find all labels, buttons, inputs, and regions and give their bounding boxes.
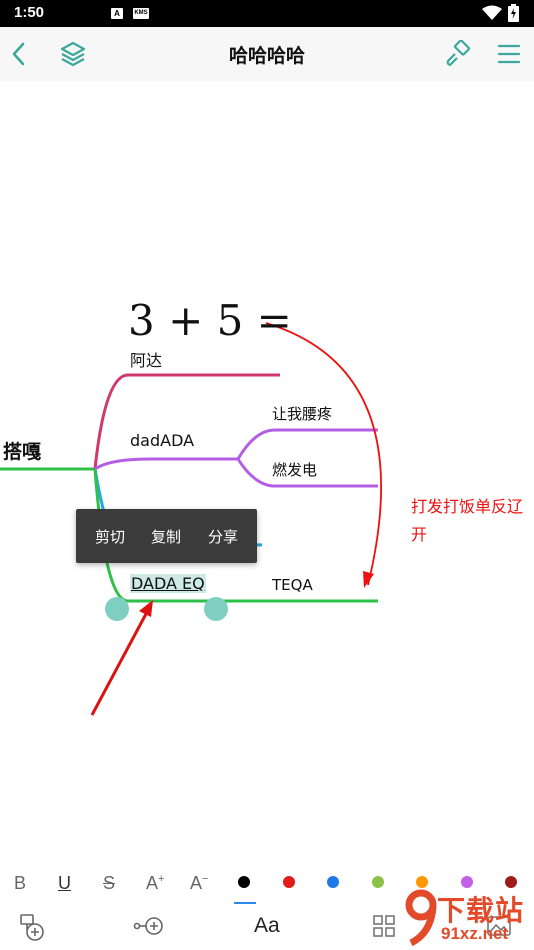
branch-dadada: [94, 457, 238, 471]
pointer-arrowhead: [139, 600, 153, 617]
annotation-text-line2[interactable]: 开: [411, 521, 427, 545]
node-ada[interactable]: 阿达: [130, 347, 162, 371]
selection-handle-end[interactable]: [204, 597, 228, 621]
font-smaller-sup: −: [202, 873, 209, 885]
app-bar: 哈哈哈哈: [0, 27, 534, 81]
watermark-logo-icon: [405, 889, 437, 947]
strikethrough-button[interactable]: S: [103, 873, 115, 894]
font-smaller-label: A: [190, 873, 203, 893]
watermark-domain: 91xz.net: [441, 924, 509, 943]
notification-icon-kms: KMS: [133, 8, 149, 19]
formula-node[interactable]: 3 + 5 =: [128, 296, 292, 345]
cut-menu-item[interactable]: 剪切: [95, 526, 125, 547]
branch-ada: [93, 373, 280, 470]
status-bar: 1:50 A KMS: [0, 0, 534, 27]
paint-brush-icon[interactable]: [444, 40, 472, 68]
font-larger-button[interactable]: A+: [146, 873, 164, 894]
wifi-icon: [482, 5, 502, 20]
node-teqa[interactable]: TEQA: [272, 576, 313, 594]
color-swatch-black[interactable]: [238, 876, 250, 888]
node-dadada[interactable]: dadADA: [130, 431, 194, 450]
root-node[interactable]: 搭嘎: [3, 437, 41, 464]
selection-handle-start[interactable]: [105, 597, 129, 621]
node-child-2[interactable]: 燃发电: [272, 459, 317, 480]
underline-button[interactable]: U: [58, 873, 71, 894]
watermark-brand: 下载站: [437, 894, 525, 927]
mind-map-canvas[interactable]: 3 + 5 = 搭嘎 阿达 dadADA 让我腰疼 燃发电 DADA EQ TE…: [0, 81, 534, 861]
add-subtopic-icon[interactable]: [133, 914, 165, 938]
text-style-button[interactable]: Aa: [254, 914, 280, 938]
color-swatch-green[interactable]: [372, 876, 384, 888]
bold-button[interactable]: B: [14, 873, 26, 894]
node-dada-eq-selected[interactable]: DADA EQ: [130, 574, 206, 593]
share-menu-item[interactable]: 分享: [208, 526, 238, 547]
color-swatch-blue[interactable]: [327, 876, 339, 888]
notification-icon-a: A: [111, 8, 123, 19]
annotation-curve: [265, 322, 383, 586]
mind-map-branches: [0, 322, 383, 716]
layout-grid-icon[interactable]: [372, 914, 396, 938]
status-time: 1:50: [14, 4, 45, 21]
annotation-arrowhead: [363, 571, 374, 588]
menu-icon[interactable]: [497, 42, 521, 66]
annotation-text-line1[interactable]: 打发打饭单反辽: [411, 493, 523, 517]
copy-menu-item[interactable]: 复制: [151, 526, 181, 547]
pointer-arrow-line: [90, 611, 149, 716]
battery-icon: [508, 4, 519, 22]
add-topic-icon[interactable]: [19, 912, 47, 942]
font-smaller-button[interactable]: A−: [190, 873, 208, 894]
watermark: 下载站 91xz.net: [405, 887, 534, 950]
text-context-menu: 剪切 复制 分享: [76, 509, 257, 563]
font-larger-label: A: [146, 873, 159, 893]
node-child-1[interactable]: 让我腰疼: [272, 403, 332, 424]
font-larger-sup: +: [158, 873, 165, 885]
branch-child-1: [236, 428, 378, 460]
color-swatch-red[interactable]: [283, 876, 295, 888]
